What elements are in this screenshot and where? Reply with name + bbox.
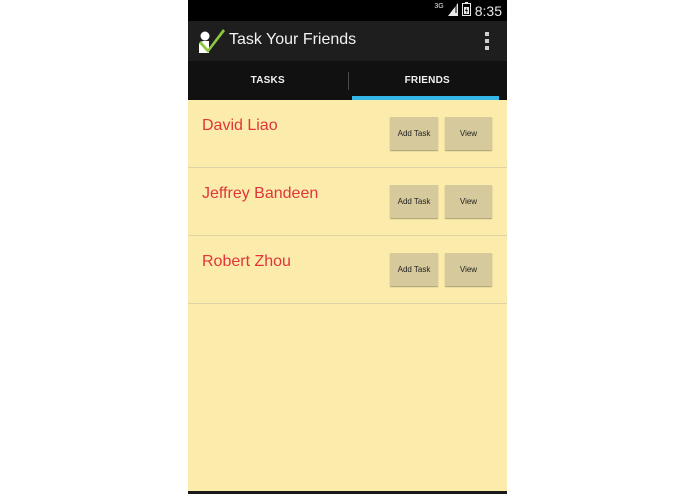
add-task-button[interactable]: Add Task xyxy=(390,117,438,150)
tab-friends-label: FRIENDS xyxy=(404,75,450,86)
add-task-button[interactable]: Add Task xyxy=(390,253,438,286)
status-bar: 3G 8:35 xyxy=(188,0,507,21)
clock-time: 8:35 xyxy=(474,2,502,19)
list-item: David Liao Add Task View xyxy=(188,100,507,168)
friend-name: Robert Zhou xyxy=(202,253,291,270)
friend-name: Jeffrey Bandeen xyxy=(202,185,319,202)
tab-tasks[interactable]: TASKS xyxy=(188,61,348,100)
tab-tasks-label: TASKS xyxy=(250,75,285,86)
friends-list: David Liao Add Task View Jeffrey Bandeen… xyxy=(188,100,507,304)
view-button[interactable]: View xyxy=(445,253,492,286)
battery-icon xyxy=(461,2,471,19)
network-type-label: 3G xyxy=(434,3,444,10)
signal-icon xyxy=(447,2,458,19)
action-bar: Task Your Friends xyxy=(188,21,507,61)
list-item: Jeffrey Bandeen Add Task View xyxy=(188,168,507,236)
add-task-button[interactable]: Add Task xyxy=(390,185,438,218)
list-item: Robert Zhou Add Task View xyxy=(188,236,507,304)
tab-friends[interactable]: FRIENDS xyxy=(348,61,508,100)
status-icons: 3G 8:35 xyxy=(434,2,502,19)
tab-bar: TASKS FRIENDS xyxy=(188,61,507,100)
app-title: Task Your Friends xyxy=(229,31,357,48)
friend-name: David Liao xyxy=(202,117,278,134)
app-logo-icon xyxy=(196,27,226,55)
overflow-menu-icon[interactable] xyxy=(481,32,493,50)
view-button[interactable]: View xyxy=(445,117,492,150)
phone-screen: 3G 8:35 Task Your Friends TASKS FRIENDS … xyxy=(188,0,507,494)
view-button[interactable]: View xyxy=(445,185,492,218)
